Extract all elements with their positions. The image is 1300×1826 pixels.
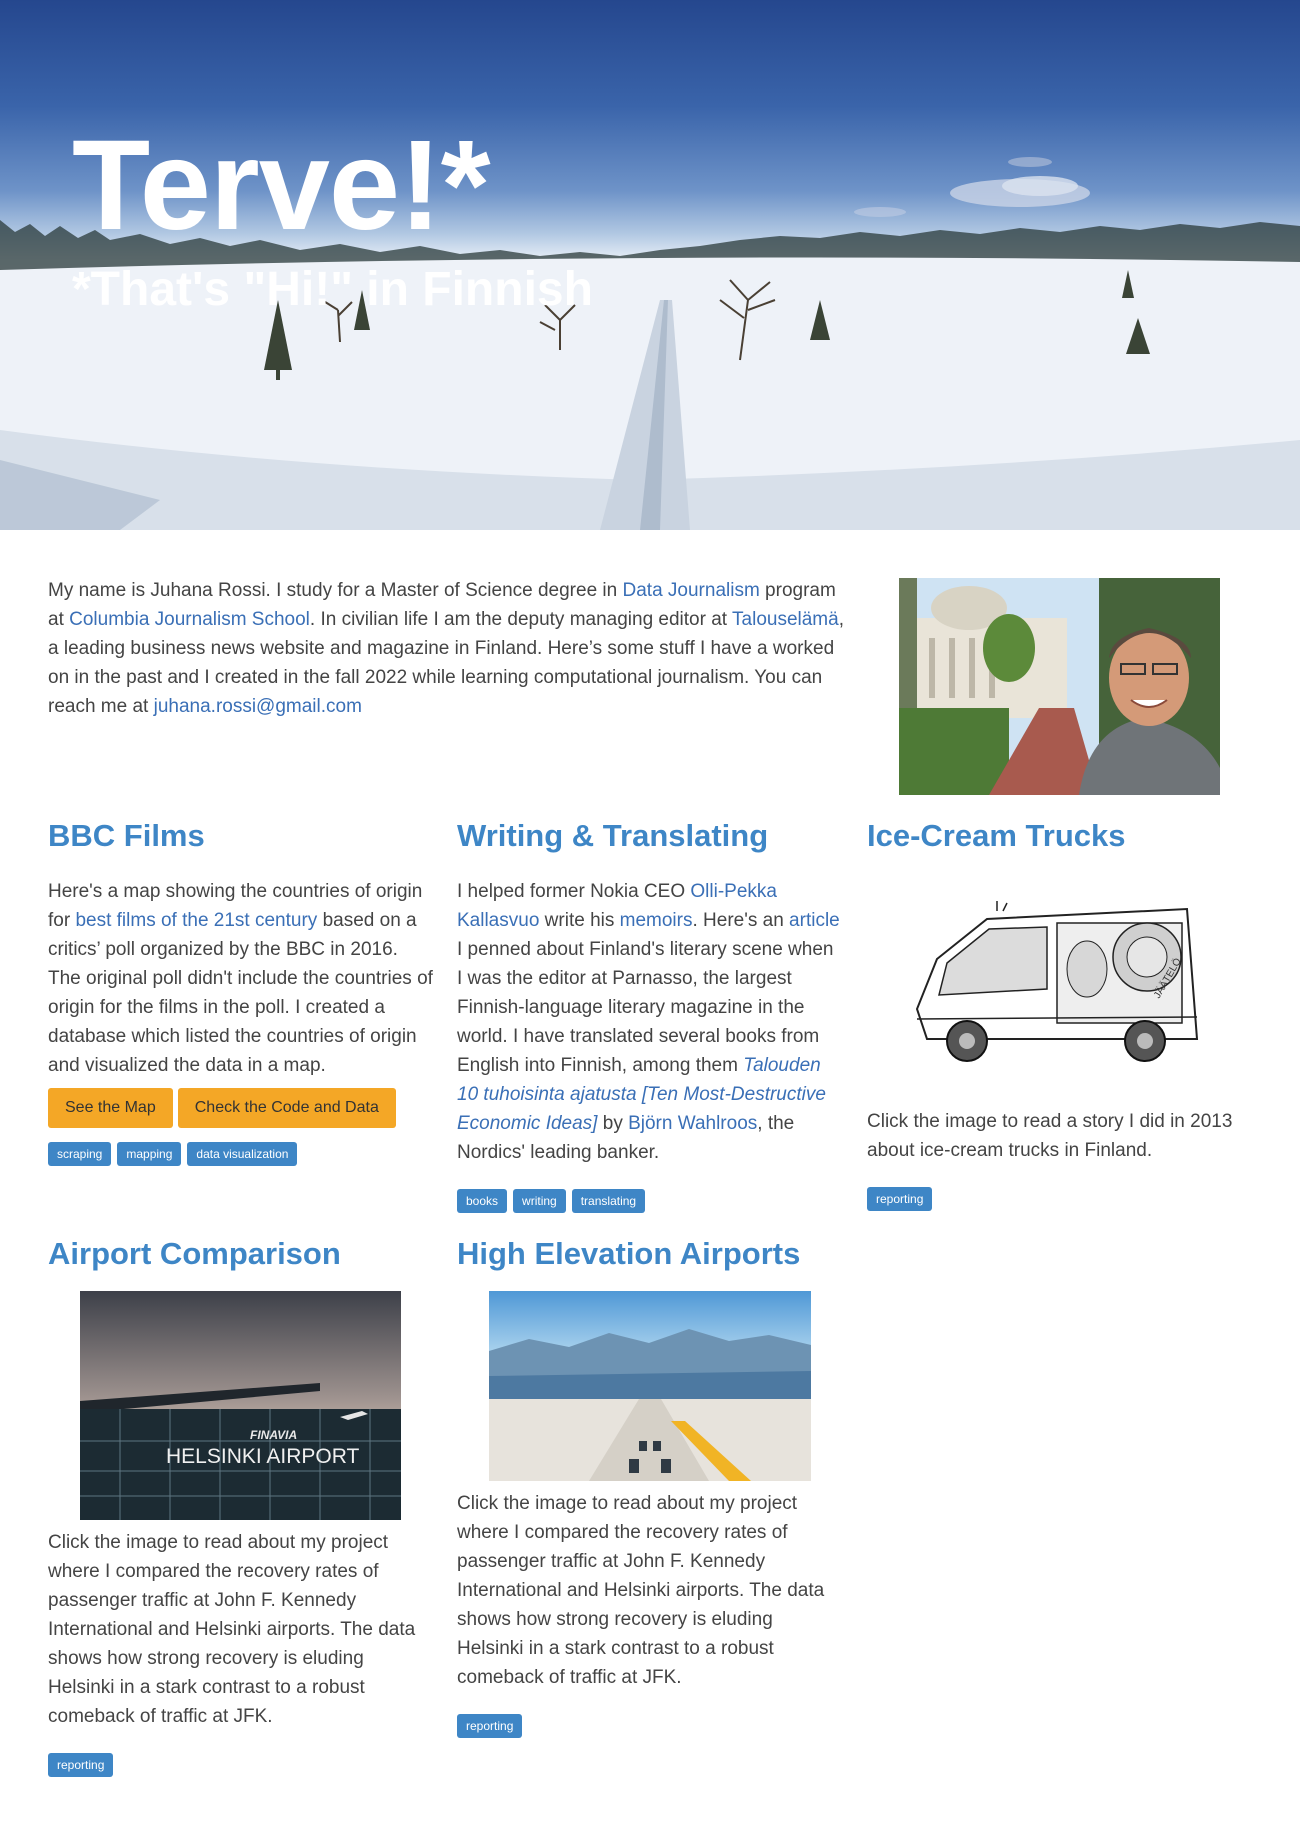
hero-title: Terve!* [72,114,490,257]
memoirs-link[interactable]: memoirs [620,910,693,931]
ice-cream-truck-image[interactable]: JÄÄTELÖ [897,899,1207,1069]
email-link[interactable]: juhana.rossi@gmail.com [154,696,362,717]
airport-comparison-section: Airport Comparison FINAVIA HELSINKI AIRP… [48,1238,433,1777]
tag-scraping[interactable]: scraping [48,1142,112,1166]
body-text: by [597,1113,629,1134]
tag-writing[interactable]: writing [513,1189,566,1213]
body-text: I helped former Nokia CEO [457,881,691,902]
article-link[interactable]: article [789,910,840,931]
tag-list: reporting [457,1714,842,1738]
section-text: I helped former Nokia CEO Olli-Pekka Kal… [457,877,842,1167]
tag-translating[interactable]: translating [571,1189,646,1213]
tag-list: scraping mapping data visualization [48,1142,433,1166]
talouselama-link[interactable]: Talouselämä [732,609,839,630]
ice-cream-trucks-section: Ice-Cream Trucks JÄÄTELÖ Click the image… [867,820,1252,1211]
tag-data-visualization[interactable]: data visualization [187,1142,298,1166]
bbc-films-section: BBC Films Here's a map showing the count… [48,820,433,1166]
check-code-data-button[interactable]: Check the Code and Data [177,1088,396,1128]
airport-sign-brand: FINAVIA [250,1428,297,1442]
intro-paragraph: My name is Juhana Rossi. I study for a M… [48,576,848,721]
helsinki-airport-image[interactable]: FINAVIA HELSINKI AIRPORT [80,1291,401,1520]
tag-mapping[interactable]: mapping [117,1142,182,1166]
tag-reporting[interactable]: reporting [457,1714,523,1738]
intro-text: My name is Juhana Rossi. I study for a M… [48,580,623,601]
section-heading: High Elevation Airports [457,1236,801,1271]
tag-books[interactable]: books [457,1189,508,1213]
tag-list: reporting [48,1753,433,1777]
high-elevation-airports-section: High Elevation Airports Click the image … [457,1238,842,1738]
portrait-photo [899,578,1220,795]
writing-translating-section: Writing & Translating I helped former No… [457,820,842,1213]
section-text: Click the image to read about my project… [48,1532,416,1727]
see-the-map-button[interactable]: See the Map [48,1088,173,1128]
section-text: Here's a map showing the countries of or… [48,877,433,1080]
section-heading: Ice-Cream Trucks [867,818,1126,853]
mountain-runway-image[interactable] [489,1291,811,1481]
section-text: Click the image to read about my project… [457,1493,825,1688]
body-text: based on a critics’ poll organized by th… [48,910,433,1076]
best-films-link[interactable]: best films of the 21st century [75,910,317,931]
hero-banner: Terve!* *That's "Hi!" in Finnish [0,0,1300,530]
hero-subtitle: *That's "Hi!" in Finnish [72,263,593,316]
section-heading: Writing & Translating [457,818,769,853]
tag-reporting[interactable]: reporting [867,1187,933,1211]
tag-reporting[interactable]: reporting [48,1753,114,1777]
columbia-journalism-link[interactable]: Columbia Journalism School [69,609,310,630]
tag-list: reporting [867,1187,1252,1211]
section-text: Click the image to read a story I did in… [867,1111,1233,1161]
tag-list: books writing translating [457,1189,842,1213]
wahlroos-link[interactable]: Björn Wahlroos [628,1113,757,1134]
section-heading: Airport Comparison [48,1236,341,1271]
intro-text: . In civilian life I am the deputy manag… [309,609,733,630]
body-text: . Here's an [692,910,790,931]
airport-sign-name: HELSINKI AIRPORT [166,1445,360,1468]
button-row: See the Map Check the Code and Data [48,1088,433,1128]
body-text: write his [539,910,620,931]
data-journalism-link[interactable]: Data Journalism [623,580,760,601]
section-heading: BBC Films [48,818,205,853]
